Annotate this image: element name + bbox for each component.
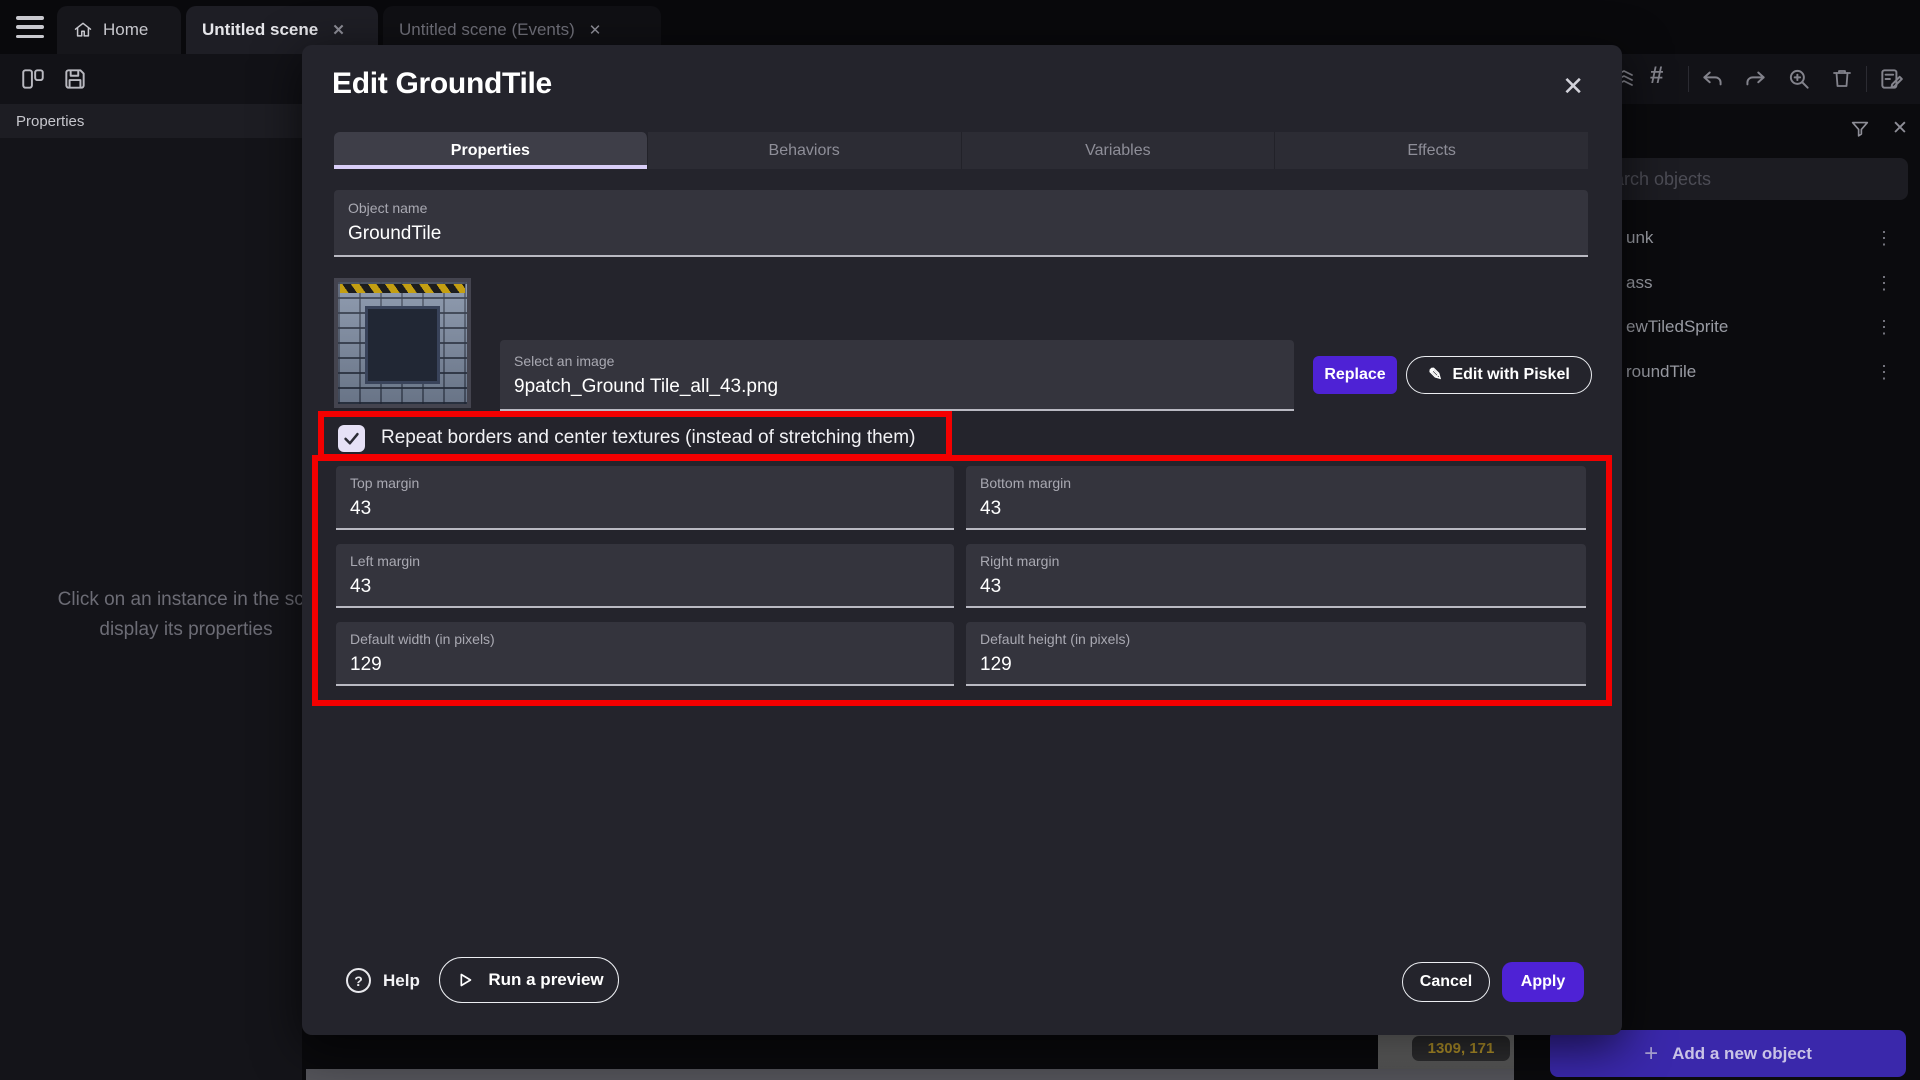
apply-button[interactable]: Apply: [1502, 962, 1584, 1002]
left-margin-field[interactable]: Left margin 43: [336, 544, 954, 608]
checkbox-checked[interactable]: [338, 425, 365, 452]
close-dialog-icon[interactable]: ✕: [1562, 71, 1584, 102]
sprite-thumbnail[interactable]: [334, 278, 471, 408]
cancel-button[interactable]: Cancel: [1402, 962, 1490, 1002]
close-panel-icon[interactable]: ✕: [1892, 117, 1908, 140]
object-list-item[interactable]: ass ⋮: [1590, 261, 1908, 305]
tab-home[interactable]: Home: [57, 6, 181, 54]
checkmark-icon: [342, 429, 361, 448]
edit-object-dialog: Edit GroundTile ✕ Properties Behaviors V…: [302, 45, 1622, 1035]
item-menu-icon[interactable]: ⋮: [1875, 228, 1894, 249]
trash-icon[interactable]: [1830, 66, 1854, 90]
object-name-label: Object name: [348, 200, 1574, 216]
item-menu-icon[interactable]: ⋮: [1875, 362, 1894, 383]
question-icon: ?: [346, 968, 371, 993]
checkbox-label: Repeat borders and center textures (inst…: [381, 427, 915, 449]
properties-panel-header: Properties: [0, 104, 302, 138]
panels-layout-icon[interactable]: [20, 66, 46, 92]
grid-icon[interactable]: #: [1650, 62, 1663, 90]
cursor-coordinates-badge: 1309, 171: [1412, 1036, 1510, 1061]
dialog-title: Edit GroundTile: [332, 67, 552, 101]
right-margin-field[interactable]: Right margin 43: [966, 544, 1586, 608]
default-height-field[interactable]: Default height (in pixels) 129: [966, 622, 1586, 686]
hamburger-menu-icon[interactable]: [16, 16, 44, 38]
tab-scene-label: Untitled scene: [202, 20, 318, 40]
nine-patch-tile-image: [338, 282, 467, 404]
close-tab-icon[interactable]: ✕: [328, 19, 349, 41]
redo-icon[interactable]: [1742, 66, 1768, 92]
plus-icon: +: [1644, 1040, 1658, 1068]
select-image-label: Select an image: [514, 353, 1280, 369]
zoom-icon[interactable]: [1786, 66, 1812, 92]
add-new-object-button[interactable]: + Add a new object: [1550, 1030, 1906, 1077]
close-tab-icon[interactable]: ✕: [585, 19, 606, 41]
object-list-item[interactable]: roundTile ⋮: [1590, 350, 1908, 394]
tab-behaviors[interactable]: Behaviors: [648, 132, 962, 169]
dialog-tab-bar: Properties Behaviors Variables Effects: [334, 132, 1588, 169]
tab-events-label: Untitled scene (Events): [399, 20, 575, 40]
tab-home-label: Home: [103, 20, 148, 40]
save-icon[interactable]: [62, 66, 88, 92]
replace-button[interactable]: Replace: [1313, 356, 1397, 394]
repeat-borders-checkbox-row[interactable]: Repeat borders and center textures (inst…: [338, 423, 915, 453]
bottom-margin-field[interactable]: Bottom margin 43: [966, 466, 1586, 530]
tab-properties[interactable]: Properties: [334, 132, 648, 169]
home-icon: [73, 20, 93, 40]
item-menu-icon[interactable]: ⋮: [1875, 273, 1894, 294]
object-list-item[interactable]: ewTiledSprite ⋮: [1590, 305, 1908, 349]
object-name-field[interactable]: Object name GroundTile: [334, 190, 1588, 257]
item-menu-icon[interactable]: ⋮: [1875, 317, 1894, 338]
image-filename: 9patch_Ground Tile_all_43.png: [514, 376, 1280, 398]
help-button[interactable]: ? Help: [346, 968, 420, 993]
run-preview-button[interactable]: Run a preview: [439, 957, 619, 1003]
tab-effects[interactable]: Effects: [1275, 132, 1588, 169]
select-image-field[interactable]: Select an image 9patch_Ground Tile_all_4…: [500, 340, 1294, 411]
tab-variables[interactable]: Variables: [962, 132, 1276, 169]
edit-scene-properties-icon[interactable]: [1878, 66, 1904, 92]
scene-canvas-bottom-strip: [306, 1069, 1514, 1080]
object-name-value: GroundTile: [348, 223, 1574, 245]
edit-with-piskel-button[interactable]: ✎ Edit with Piskel: [1406, 356, 1592, 394]
play-icon: [454, 969, 476, 991]
undo-icon[interactable]: [1700, 66, 1726, 92]
properties-panel-title: Properties: [16, 113, 84, 130]
filter-icon[interactable]: [1849, 118, 1871, 140]
search-objects-input[interactable]: earch objects: [1590, 158, 1908, 200]
pencil-icon: ✎: [1428, 365, 1442, 385]
default-width-field[interactable]: Default width (in pixels) 129: [336, 622, 954, 686]
top-margin-field[interactable]: Top margin 43: [336, 466, 954, 530]
object-list-item[interactable]: unk ⋮: [1590, 216, 1908, 260]
